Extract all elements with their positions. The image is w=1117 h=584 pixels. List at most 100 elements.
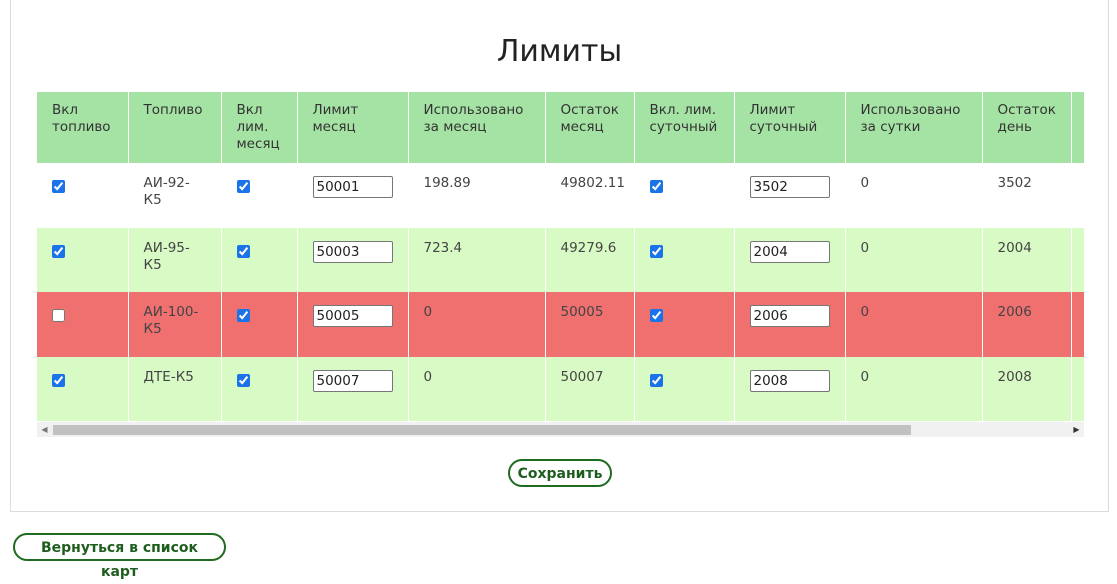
rest-day-value: 2008 xyxy=(997,368,1032,385)
used-month-value: 198.89 xyxy=(423,175,471,191)
table-cell: 2004 xyxy=(982,227,1072,292)
col-header-rest-month: Остаток месяц xyxy=(545,92,635,163)
month-limit-input[interactable] xyxy=(312,305,393,327)
col-header-day-limit-on: Вкл. лим. суточный xyxy=(634,92,735,163)
limits-table-container: Вкл топливо Топливо Вкл лим. месяц Лимит… xyxy=(37,92,1084,422)
col-header-used-month: Использовано за месяц xyxy=(408,92,546,163)
table-cell xyxy=(37,292,129,357)
rest-month-value: 49802.11 xyxy=(560,175,625,191)
month-limit-enabled-checkbox[interactable] xyxy=(236,180,250,193)
table-cell: 0 xyxy=(845,356,983,421)
col-header-rest-day: Остаток день xyxy=(982,92,1072,163)
table-cell xyxy=(634,356,735,421)
day-limit-input[interactable] xyxy=(749,176,830,198)
fuel-enabled-checkbox[interactable] xyxy=(52,309,65,322)
used-day-value: 0 xyxy=(860,239,870,256)
rest-month-value: 50007 xyxy=(560,368,604,385)
used-month-value: 0 xyxy=(423,304,433,320)
table-cell: 2008 xyxy=(982,356,1072,421)
used-day-value: 0 xyxy=(860,368,870,385)
table-cell xyxy=(221,163,298,228)
col-header-fuel: Топливо xyxy=(128,92,222,163)
rest-day-value: 3502 xyxy=(997,175,1032,191)
day-limit-enabled-checkbox[interactable] xyxy=(649,373,663,387)
used-month-value: 723.4 xyxy=(423,239,463,256)
day-limit-input[interactable] xyxy=(749,240,830,263)
table-cell xyxy=(1071,163,1084,228)
used-day-value: 0 xyxy=(860,175,870,191)
table-cell: 0 xyxy=(408,356,546,421)
limits-panel: Лимиты Вкл топливо Топливо Вкл лим. меся… xyxy=(10,0,1109,512)
table-header-row: Вкл топливо Топливо Вкл лим. месяц Лимит… xyxy=(37,92,1084,163)
fuel-name: ДТЕ-К5 xyxy=(143,368,194,385)
table-cell: АИ-95-К5 xyxy=(128,227,222,292)
table-cell: 0 xyxy=(408,292,546,357)
table-cell: 50007 xyxy=(545,356,635,421)
table-cell xyxy=(1071,292,1084,357)
horizontal-scrollbar[interactable]: ◀ ▶ xyxy=(37,422,1084,437)
used-month-value: 0 xyxy=(423,368,433,385)
rest-day-value: 2004 xyxy=(997,239,1032,256)
scroll-right-arrow-icon[interactable]: ▶ xyxy=(1069,422,1084,437)
table-cell: 0 xyxy=(845,163,983,228)
table-cell xyxy=(734,292,846,357)
table-cell: АИ-92-К5 xyxy=(128,163,222,228)
table-cell: 49802.11 xyxy=(545,163,635,228)
col-header-day-limit: Лимит суточный xyxy=(734,92,846,163)
fuel-name: АИ-95-К5 xyxy=(143,239,190,273)
scroll-left-arrow-icon[interactable]: ◀ xyxy=(37,422,52,437)
table-cell: 2006 xyxy=(982,292,1072,357)
table-cell xyxy=(297,163,409,228)
fuel-enabled-checkbox[interactable] xyxy=(52,373,65,387)
col-header-used-day: Использовано за сутки xyxy=(845,92,983,163)
table-cell xyxy=(221,227,298,292)
day-limit-input[interactable] xyxy=(749,305,830,327)
table-cell xyxy=(634,227,735,292)
month-limit-input[interactable] xyxy=(312,176,393,198)
table-cell xyxy=(734,227,846,292)
table-cell: 723.4 xyxy=(408,227,546,292)
fuel-enabled-checkbox[interactable] xyxy=(52,180,65,193)
used-day-value: 0 xyxy=(860,304,870,320)
table-row: ДТЕ-К5 0 50007 0 2008 xyxy=(37,356,1084,421)
save-button[interactable]: Сохранить xyxy=(508,459,612,487)
table-cell xyxy=(297,292,409,357)
back-to-cards-button[interactable]: Вернуться в список карт xyxy=(13,533,226,580)
rest-month-value: 49279.6 xyxy=(560,239,617,256)
table-cell: 3502 xyxy=(982,163,1072,228)
table-cell: 198.89 xyxy=(408,163,546,228)
month-limit-input[interactable] xyxy=(312,240,393,263)
scrollbar-thumb[interactable] xyxy=(53,425,911,435)
limits-table: Вкл топливо Топливо Вкл лим. месяц Лимит… xyxy=(37,92,1084,421)
rest-day-value: 2006 xyxy=(997,304,1032,320)
fuel-enabled-checkbox[interactable] xyxy=(52,244,65,258)
fuel-name: АИ-100-К5 xyxy=(143,304,199,337)
col-header-fuel-on: Вкл топливо xyxy=(37,92,129,163)
table-cell: 50005 xyxy=(545,292,635,357)
table-cell: 49279.6 xyxy=(545,227,635,292)
col-header-extra xyxy=(1071,92,1084,163)
table-cell: 0 xyxy=(845,227,983,292)
table-cell xyxy=(221,356,298,421)
month-limit-enabled-checkbox[interactable] xyxy=(236,309,250,322)
day-limit-input[interactable] xyxy=(749,369,830,392)
table-cell xyxy=(634,163,735,228)
col-header-month-limit-on: Вкл лим. месяц xyxy=(221,92,298,163)
table-cell xyxy=(1071,356,1084,421)
table-cell xyxy=(634,292,735,357)
month-limit-enabled-checkbox[interactable] xyxy=(236,244,250,258)
day-limit-enabled-checkbox[interactable] xyxy=(649,244,663,258)
table-cell xyxy=(297,356,409,421)
table-cell xyxy=(221,292,298,357)
table-cell xyxy=(1071,227,1084,292)
fuel-name: АИ-92-К5 xyxy=(143,175,190,208)
month-limit-input[interactable] xyxy=(312,369,393,392)
month-limit-enabled-checkbox[interactable] xyxy=(236,373,250,387)
table-row: АИ-100-К5 0 50005 0 2006 xyxy=(37,292,1084,357)
rest-month-value: 50005 xyxy=(560,304,604,320)
table-row: АИ-95-К5 723.4 49279.6 0 2004 xyxy=(37,227,1084,292)
page-title: Лимиты xyxy=(496,34,623,69)
day-limit-enabled-checkbox[interactable] xyxy=(649,309,663,322)
day-limit-enabled-checkbox[interactable] xyxy=(649,180,663,193)
table-cell xyxy=(734,163,846,228)
